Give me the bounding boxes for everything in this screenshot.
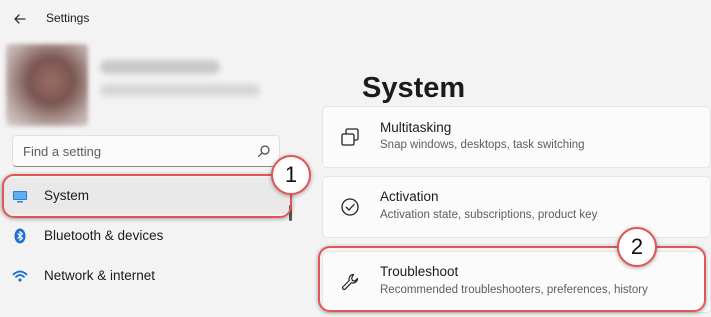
activation-check-icon bbox=[341, 198, 359, 216]
card-title: Activation bbox=[380, 189, 439, 204]
page-title: System bbox=[362, 72, 466, 104]
app-title: Settings bbox=[46, 11, 90, 25]
title-bar: Settings bbox=[0, 0, 711, 38]
back-arrow-icon bbox=[14, 14, 26, 24]
sidebar-item-label: Bluetooth & devices bbox=[44, 228, 164, 243]
profile-email-blurred bbox=[100, 84, 260, 96]
search-input[interactable]: Find a setting bbox=[12, 135, 280, 167]
step-badge-2: 2 bbox=[617, 227, 657, 267]
sidebar-item-label: Network & internet bbox=[44, 268, 156, 283]
card-title: Multitasking bbox=[380, 120, 452, 135]
back-button[interactable] bbox=[10, 9, 30, 29]
settings-card-multitasking[interactable]: Multitasking Snap windows, desktops, tas… bbox=[322, 106, 711, 168]
wifi-icon bbox=[12, 270, 28, 282]
highlight-box-system bbox=[2, 174, 292, 218]
card-subtitle: Snap windows, desktops, task switching bbox=[380, 139, 585, 151]
search-icon bbox=[257, 145, 270, 158]
card-subtitle: Activation state, subscriptions, product… bbox=[380, 209, 598, 221]
multitasking-icon bbox=[341, 128, 359, 146]
profile-name-blurred bbox=[100, 60, 220, 74]
settings-window: Settings Find a setting System Bluetooth… bbox=[0, 0, 711, 317]
avatar[interactable] bbox=[6, 44, 88, 126]
sidebar-item-bluetooth[interactable]: Bluetooth & devices bbox=[0, 218, 290, 254]
sidebar-item-network[interactable]: Network & internet bbox=[0, 258, 290, 294]
search-placeholder: Find a setting bbox=[23, 144, 102, 159]
step-badge-1: 1 bbox=[271, 155, 311, 195]
settings-card-activation[interactable]: Activation Activation state, subscriptio… bbox=[322, 176, 711, 238]
bluetooth-icon bbox=[14, 228, 26, 244]
